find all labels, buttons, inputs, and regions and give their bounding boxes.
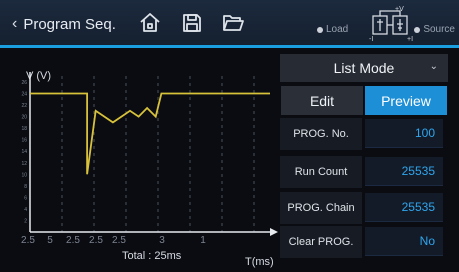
field-label: PROG. No.	[280, 118, 362, 150]
load-source-indicator: Load +V -I +I Source	[311, 4, 459, 42]
x-tick-label: 2.5	[89, 235, 103, 246]
source-indicator: Source	[414, 24, 455, 35]
source-label: Source	[423, 24, 455, 35]
mode-dropdown[interactable]: List Mode ⌄	[280, 54, 448, 82]
x-axis-arrow-icon	[270, 228, 278, 236]
title-bar: ‹ Program Seq. Load +V -I +I Source	[0, 0, 459, 48]
y-tick-label: 16	[21, 138, 27, 144]
y-tick-label: 22	[21, 103, 27, 109]
y-tick-label: 20	[21, 115, 27, 121]
circuit-top-label: +V	[395, 6, 404, 13]
chevron-down-icon: ⌄	[429, 61, 438, 72]
folder-open-icon[interactable]	[221, 11, 245, 35]
y-tick-label: 10	[21, 172, 27, 178]
prog-chain-field[interactable]: 25535	[365, 193, 443, 222]
x-tick-label: 2.5	[66, 235, 80, 246]
y-tick-label: 12	[21, 161, 27, 167]
circuit-left-label: -I	[369, 36, 373, 42]
field-row-prog-chain: PROG. Chain 25535	[280, 192, 448, 224]
total-time-label: Total : 25ms	[122, 250, 182, 262]
circuit-diagram-icon: +V -I +I	[367, 4, 415, 42]
series-line	[30, 92, 270, 175]
x-axis-title: T(ms)	[245, 256, 274, 268]
y-tick-label: 2	[24, 218, 27, 224]
waveform-chart-svg: 24681012141618202224262.5 5 2.5 2.5 2.5 3 1	[21, 72, 278, 246]
y-tick-label: 4	[24, 207, 27, 213]
x-tick-label: 2.5	[21, 235, 35, 246]
field-row-run-count: Run Count 25535	[280, 156, 448, 188]
field-row-clear-prog: Clear PROG. No	[280, 226, 448, 258]
y-tick-label: 24	[21, 92, 27, 98]
clear-prog-field[interactable]: No	[365, 227, 443, 256]
tab-edit[interactable]: Edit	[281, 86, 363, 115]
circuit-right-label: +I	[407, 36, 413, 42]
mode-dropdown-value: List Mode	[333, 60, 395, 76]
load-indicator: Load	[317, 24, 348, 35]
y-tick-label: 8	[24, 184, 27, 190]
prog-no-field[interactable]: 100	[365, 119, 443, 148]
back-button[interactable]: ‹ Program Seq.	[12, 13, 116, 35]
y-tick-label: 18	[21, 126, 27, 132]
save-icon[interactable]	[180, 11, 204, 35]
page-title: Program Seq.	[23, 15, 116, 33]
status-dot-icon	[317, 26, 323, 33]
chevron-left-icon: ‹	[12, 15, 18, 32]
run-count-field[interactable]: 25535	[365, 157, 443, 186]
field-label: Run Count	[280, 156, 362, 188]
status-dot-icon	[414, 26, 421, 33]
x-tick-label: 3	[159, 235, 165, 246]
waveform-chart: 2 4 6 8 10 12 14 16 18 20 22 24 26 2.5 5 2.5 2.5 2.5 3 1	[18, 56, 280, 272]
x-tick-label: 2.5	[112, 235, 126, 246]
field-label: PROG. Chain	[280, 192, 362, 224]
home-icon[interactable]	[138, 11, 162, 35]
x-tick-label: 1	[200, 235, 206, 246]
field-label: Clear PROG.	[280, 226, 362, 258]
y-tick-label: 6	[24, 195, 27, 201]
y-tick-label: 14	[21, 149, 27, 155]
field-row-prog-no: PROG. No. 100	[280, 118, 448, 150]
y-tick-label: 26	[21, 80, 27, 86]
x-tick-label: 5	[47, 235, 53, 246]
tab-preview[interactable]: Preview	[365, 86, 447, 115]
load-label: Load	[326, 24, 349, 35]
